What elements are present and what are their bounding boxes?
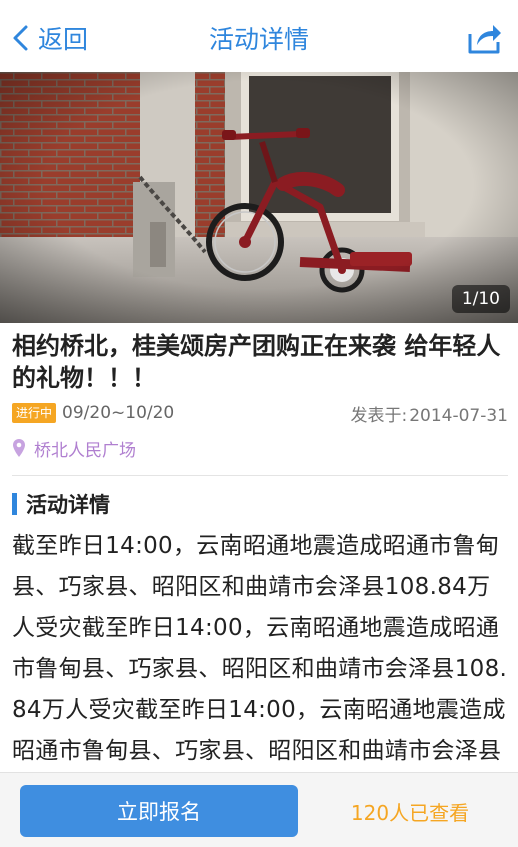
divider: [12, 475, 508, 476]
bottom-action-bar: 立即报名 120人已查看: [0, 772, 518, 847]
share-button[interactable]: [464, 18, 504, 58]
back-button[interactable]: 返回: [10, 18, 88, 58]
posted-date: 2014-07-31: [409, 405, 508, 426]
image-counter: 1/10: [451, 285, 510, 313]
navigation-bar: 返回 活动详情: [0, 0, 518, 72]
signup-button[interactable]: 立即报名: [20, 785, 298, 837]
tricycle-photo: [0, 72, 518, 323]
location-text: 桥北人民广场: [34, 440, 136, 461]
share-icon: [468, 25, 501, 54]
event-location[interactable]: 桥北人民广场: [12, 434, 136, 462]
details-section-heading: 活动详情: [12, 490, 110, 518]
back-label: 返回: [38, 25, 89, 54]
details-body: 截至昨日14:00，云南昭通地震造成昭通市鲁甸县、巧家县、昭阳区和曲靖市会泽县1…: [12, 533, 508, 764]
section-title: 活动详情: [26, 493, 110, 517]
event-date-range: 09/20~10/20: [62, 403, 175, 423]
event-meta: 进行中 09/20~10/20 发表于: 2014-07-31: [12, 400, 508, 426]
location-pin-icon: [13, 439, 25, 457]
event-photo-carousel[interactable]: 1/10: [0, 72, 518, 323]
view-count: 120人已查看: [350, 800, 470, 825]
chevron-left-icon: [13, 25, 28, 51]
posted-label: 发表于:: [350, 405, 408, 426]
posted-info: 发表于: 2014-07-31: [350, 401, 508, 426]
section-accent-bar: [12, 493, 17, 515]
event-title: 相约桥北，桂美颂房产团购正在来袭 给年轻人的礼物！！！: [12, 332, 501, 392]
status-badge: 进行中: [12, 403, 57, 423]
